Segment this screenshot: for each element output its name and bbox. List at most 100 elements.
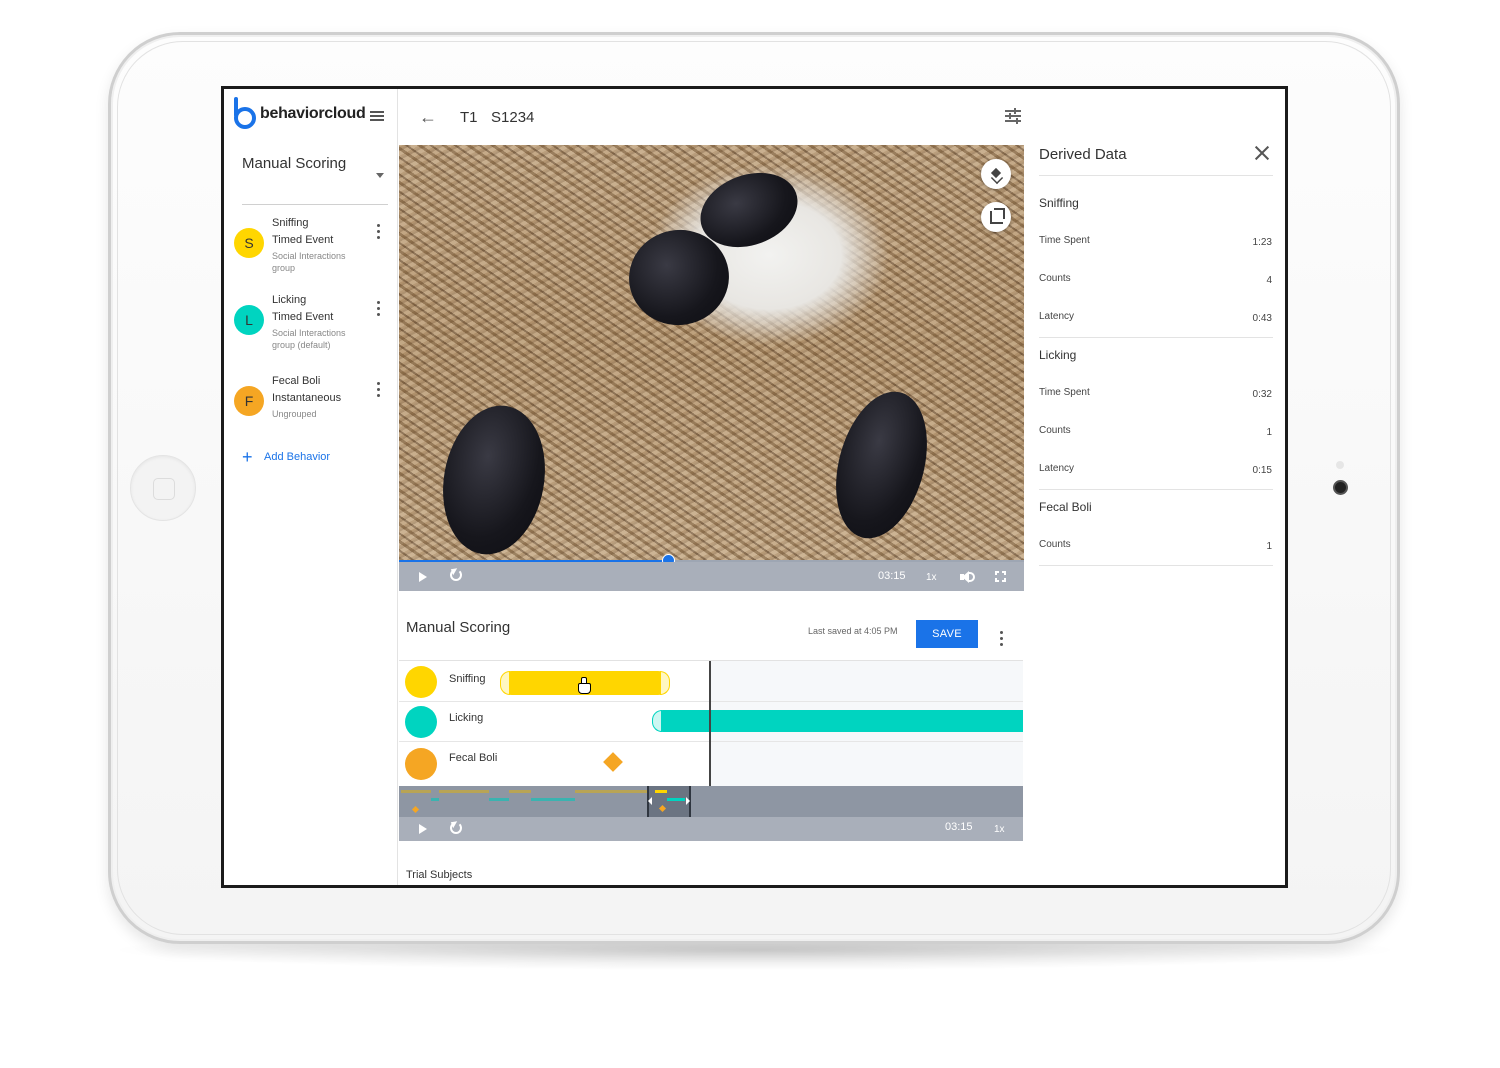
divider (1039, 337, 1273, 338)
add-behavior-label: Add Behavior (264, 451, 331, 463)
last-saved-status: Last saved at 4:05 PM (808, 626, 898, 636)
more-vert-icon[interactable] (377, 301, 381, 317)
home-button[interactable] (130, 455, 196, 521)
add-behavior-button[interactable]: + Add Behavior (242, 448, 331, 466)
play-icon[interactable] (419, 824, 427, 834)
window-sniffing-segment (655, 790, 667, 793)
metric-label: Latency (1039, 463, 1075, 474)
behavior-type: Instantaneous (272, 392, 342, 404)
video-frame[interactable] (399, 145, 1024, 560)
fullscreen-icon[interactable] (995, 571, 1006, 582)
metric-label: Time Spent (1039, 235, 1090, 246)
behavior-name: Sniffing (272, 217, 309, 229)
metric-label: Counts (1039, 539, 1071, 550)
crop-icon (990, 208, 1005, 224)
behavior-type: Timed Event (272, 311, 334, 323)
timeline-row-label: Sniffing (449, 673, 486, 685)
window-right-handle[interactable] (686, 797, 690, 805)
tune-settings-icon[interactable] (1005, 108, 1021, 124)
derived-data-panel: Derived Data Sniffing Time Spent 1:23 Co… (1024, 89, 1285, 885)
sidebar: behaviorcloud Manual Scoring S Sniffing … (224, 89, 398, 885)
replay-icon[interactable] (450, 822, 462, 834)
sensor-dot (1336, 461, 1344, 469)
scoring-mode-select[interactable]: Manual Scoring (242, 155, 388, 205)
timeline-time: 03:15 (945, 821, 973, 833)
mouse-image (821, 381, 942, 549)
video-controls: 03:15 1x (399, 562, 1024, 591)
timeline-overview[interactable] (399, 786, 1023, 817)
metric-value: 1 (1266, 427, 1272, 438)
timeline-row-sniffing[interactable]: Sniffing (399, 661, 1023, 702)
divider (1039, 489, 1273, 490)
crop-button[interactable] (981, 202, 1011, 232)
metric-value: 0:15 (1252, 465, 1272, 476)
brand-logo[interactable]: behaviorcloud (232, 97, 366, 131)
save-button[interactable]: SAVE (916, 620, 978, 648)
metric-label: Time Spent (1039, 387, 1090, 398)
overview-viewport-window[interactable] (647, 786, 691, 817)
divider (1039, 565, 1273, 566)
section-heading: Fecal Boli (1039, 500, 1092, 514)
chevron-down-icon (376, 173, 384, 178)
panel-title: Derived Data (1039, 146, 1127, 163)
play-icon[interactable] (419, 572, 427, 582)
window-licking-segment (667, 798, 685, 801)
timeline-speed[interactable]: 1x (994, 824, 1005, 835)
behavior-avatar: L (234, 305, 264, 335)
camera-lens (1333, 480, 1348, 495)
window-fecal-boli-marker (658, 804, 667, 813)
scoring-title: Manual Scoring (406, 619, 511, 636)
subject-id: S1234 (491, 109, 535, 126)
timeline-controls: 03:15 1x (399, 817, 1023, 841)
section-heading: Licking (1039, 348, 1077, 362)
volume-icon[interactable] (960, 571, 975, 583)
behavior-timeline[interactable]: Sniffing Licking Fecal Boli (399, 660, 1023, 787)
behavior-group: Ungrouped (272, 409, 317, 419)
overview-sniffing-segment (401, 790, 431, 793)
overview-licking-segment (531, 798, 575, 801)
layers-button[interactable] (981, 159, 1011, 189)
playback-speed[interactable]: 1x (926, 572, 937, 583)
timeline-row-label: Fecal Boli (449, 752, 498, 764)
more-vert-icon[interactable] (377, 382, 381, 398)
trial-subjects-heading: Trial Subjects (406, 869, 473, 881)
segment-end-handle[interactable] (660, 671, 670, 695)
overview-sniffing-segment (439, 790, 489, 793)
top-bar: ← T1 S1234 (399, 89, 1024, 145)
overview-licking-segment (489, 798, 509, 801)
timeline-row-fecal-boli[interactable]: Fecal Boli (399, 742, 1023, 787)
window-left-handle[interactable] (648, 797, 652, 805)
trial-id: T1 (460, 109, 478, 126)
menu-icon[interactable] (370, 111, 384, 121)
overview-sniffing-segment (575, 790, 647, 793)
behavior-avatar: F (234, 386, 264, 416)
overview-licking-segment (431, 798, 439, 801)
behavior-name: Licking (272, 294, 307, 306)
behavior-color-dot (405, 666, 437, 698)
licking-event-segment[interactable] (652, 710, 1023, 732)
metric-label: Counts (1039, 425, 1071, 436)
scoring-mode-label: Manual Scoring (242, 155, 347, 172)
close-icon[interactable] (1254, 145, 1270, 161)
behavior-color-dot (405, 748, 437, 780)
more-vert-icon[interactable] (377, 224, 381, 240)
metric-value: 1 (1266, 541, 1272, 552)
back-arrow-icon[interactable]: ← (419, 108, 437, 126)
divider (1039, 175, 1273, 176)
timeline-playhead[interactable] (709, 661, 711, 787)
behavior-group: Social Interactions group (272, 251, 346, 273)
section-heading: Sniffing (1039, 196, 1079, 210)
more-vert-icon[interactable] (1000, 631, 1004, 647)
metric-label: Counts (1039, 273, 1071, 284)
metric-label: Latency (1039, 311, 1075, 322)
metric-value: 4 (1266, 275, 1272, 286)
behavior-type: Timed Event (272, 234, 334, 246)
segment-start-handle[interactable] (500, 671, 510, 695)
behavior-name: Fecal Boli (272, 375, 321, 387)
replay-icon[interactable] (450, 569, 462, 581)
video-time: 03:15 (878, 570, 906, 582)
layers-icon (990, 168, 1002, 180)
behaviorcloud-logo-icon (232, 97, 258, 131)
app-screen: behaviorcloud Manual Scoring S Sniffing … (221, 86, 1288, 888)
hand-cursor-icon (578, 677, 591, 694)
